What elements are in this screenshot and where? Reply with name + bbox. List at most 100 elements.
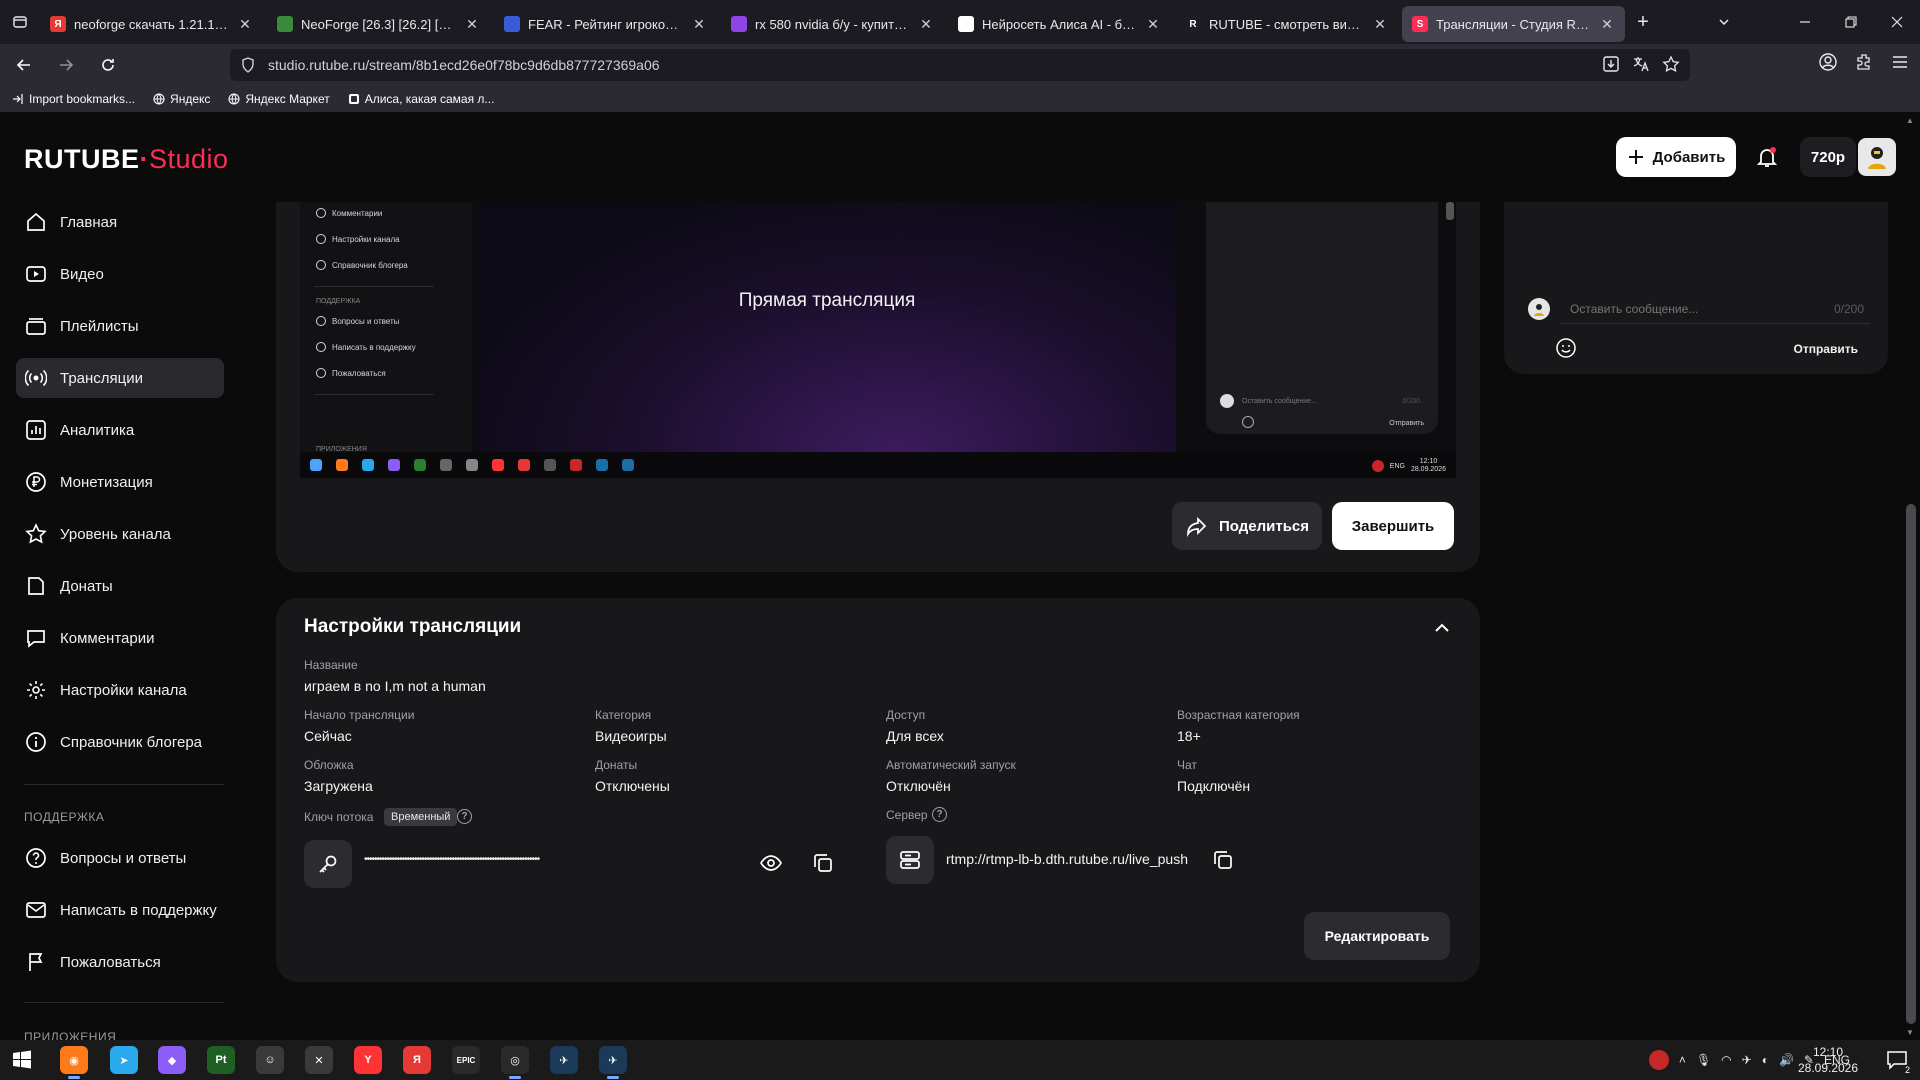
browser-tab[interactable]: rx 580 nvidia б/у - купить на О ✕ [721,6,944,42]
emoji-button[interactable] [1554,336,1578,360]
rutube-studio-logo[interactable]: RUTUBE·Studio [24,144,229,175]
sidebar-item-comments[interactable]: Комментарии [16,618,224,658]
account-icon[interactable] [1818,52,1838,72]
notifications-button[interactable] [1752,142,1782,172]
microphone-icon[interactable]: 🎙 [1696,1053,1711,1067]
extensions-icon[interactable] [1854,52,1874,72]
taskbar-obs[interactable]: ◎ [501,1046,529,1079]
chat-send-button[interactable]: Отправить [1794,342,1858,356]
donate-icon [24,574,48,598]
tab-overview-button[interactable] [0,0,40,44]
broadcast-icon [24,366,48,390]
browser-tab[interactable]: FEAR - Рейтинг игроков | Игро ✕ [494,6,717,42]
taskbar-xbox[interactable]: ✕ [305,1046,333,1074]
taskbar-app[interactable]: ☺ [256,1046,284,1074]
sidebar-item-channel-settings[interactable]: Настройки канала [16,670,224,710]
chat-char-counter: 0/200 [1833,302,1864,316]
tab-close-icon[interactable]: ✕ [1145,16,1161,33]
tab-close-icon[interactable]: ✕ [918,16,934,33]
translate-icon[interactable] [1632,55,1650,73]
finish-stream-button[interactable]: Завершить [1332,502,1454,550]
sidebar-item-channel-level[interactable]: Уровень канала [16,514,224,554]
help-icon[interactable]: ? [457,809,472,824]
tab-close-icon[interactable]: ✕ [464,16,480,33]
tab-close-icon[interactable]: ✕ [1599,16,1615,33]
bookmark-yandex-market[interactable]: Яндекс Маркет [228,92,330,106]
network-icon[interactable]: ◠ [1721,1053,1731,1067]
bookmark-alisa[interactable]: Алиса, какая самая л... [348,92,494,106]
save-page-icon[interactable] [1602,55,1620,73]
add-button[interactable]: Добавить [1616,137,1736,177]
chevron-up-icon[interactable]: ˄ [1679,1053,1686,1067]
edit-settings-button[interactable]: Редактировать [1304,912,1450,960]
avatar[interactable] [1858,138,1896,176]
taskbar-app[interactable]: ◆ [158,1046,186,1074]
taskbar-pt[interactable]: Pt [207,1046,235,1074]
taskbar-epic[interactable]: EPIC [452,1046,480,1074]
chat-message-input[interactable] [1560,294,1870,324]
scroll-down-arrow-icon[interactable]: ▼ [1906,1028,1914,1037]
taskbar-yandex[interactable]: Я [403,1046,431,1074]
bookmark-import[interactable]: Import bookmarks... [12,92,135,106]
tab-close-icon[interactable]: ✕ [237,16,253,33]
address-bar[interactable]: studio.rutube.ru/stream/8b1ecd26e0f78bc9… [230,49,1690,81]
taskbar-steam-2[interactable]: ✈ [599,1046,627,1079]
server-icon [900,851,920,869]
bookmark-yandex[interactable]: Яндекс [153,92,210,106]
preview-video-area[interactable]: Прямая трансляция [478,202,1176,452]
taskbar-yandex-browser[interactable]: Y [354,1046,382,1074]
sidebar-item-complain[interactable]: Пожаловаться [16,942,224,982]
scroll-up-arrow-icon[interactable]: ▲ [1906,116,1914,125]
record-icon[interactable] [1648,1050,1669,1070]
minimize-button[interactable] [1782,0,1828,44]
import-icon [13,94,23,104]
address-url: studio.rutube.ru/stream/8b1ecd26e0f78bc9… [268,57,660,73]
taskbar-steam[interactable]: ✈ [550,1046,578,1074]
quality-button[interactable]: 720p [1800,137,1856,177]
site-info-icon[interactable] [240,57,256,73]
sidebar-item-playlists[interactable]: Плейлисты [16,306,224,346]
copy-server-button[interactable] [1208,845,1238,875]
sidebar-item-monetization[interactable]: Монетизация [16,462,224,502]
browser-tab[interactable]: Нейросеть Алиса AI - бесплат ✕ [948,6,1171,42]
taskbar-telegram[interactable]: ➤ [110,1046,138,1074]
taskbar-clock[interactable]: 12:10 28.09.2026 [1788,1044,1868,1076]
app-icon [388,459,400,471]
browser-tab[interactable]: R RUTUBE - смотреть видео онл ✕ [1175,6,1398,42]
sidebar-item-donations[interactable]: Донаты [16,566,224,606]
forward-button[interactable] [48,49,84,81]
sidebar-item-blogger-guide[interactable]: Справочник блогера [16,722,224,762]
browser-tab[interactable]: S Трансляции - Студия RUTUBE ✕ [1402,6,1625,42]
start-button[interactable] [12,1050,32,1075]
copy-key-button[interactable] [808,848,838,878]
app-tray-icon[interactable]: ◐ [1762,1053,1769,1067]
share-button[interactable]: Поделиться [1172,502,1322,550]
app-menu-icon[interactable] [1890,52,1910,72]
sidebar-item-video[interactable]: Видео [16,254,224,294]
browser-tab[interactable]: NeoForge [26.3] [26.2] [26.1.2] | ✕ [267,6,490,42]
new-tab-button[interactable]: + [1625,4,1661,40]
sidebar-item-analytics[interactable]: Аналитика [16,410,224,450]
back-button[interactable] [6,49,42,81]
help-icon[interactable]: ? [932,807,947,822]
browser-tab[interactable]: Яneoforge скачать 1.21.1 — Янд ✕ [40,6,263,42]
steam-tray-icon[interactable]: ✈ [1742,1053,1752,1067]
notification-center-button[interactable]: 2 [1886,1050,1910,1075]
sidebar-item-faq[interactable]: Вопросы и ответы [16,838,224,878]
collapse-settings-button[interactable] [1430,616,1454,640]
page-scrollbar-thumb[interactable] [1906,504,1916,1024]
sidebar-item-write-support[interactable]: Написать в поддержку [16,890,224,930]
taskbar-firefox[interactable]: ◉ [60,1046,88,1079]
sidebar-item-label: Видео [60,265,104,283]
list-all-tabs-button[interactable] [1710,8,1738,36]
reload-button[interactable] [90,49,126,81]
restore-button[interactable] [1828,0,1874,44]
bookmark-star-icon[interactable] [1662,55,1680,73]
tab-close-icon[interactable]: ✕ [691,16,707,33]
sidebar-item-home[interactable]: Главная [16,202,224,242]
tab-close-icon[interactable]: ✕ [1372,16,1388,33]
sidebar-item-broadcasts[interactable]: Трансляции [16,358,224,398]
steam-icon [596,459,608,471]
close-window-button[interactable] [1874,0,1920,44]
show-key-button[interactable] [756,848,786,878]
